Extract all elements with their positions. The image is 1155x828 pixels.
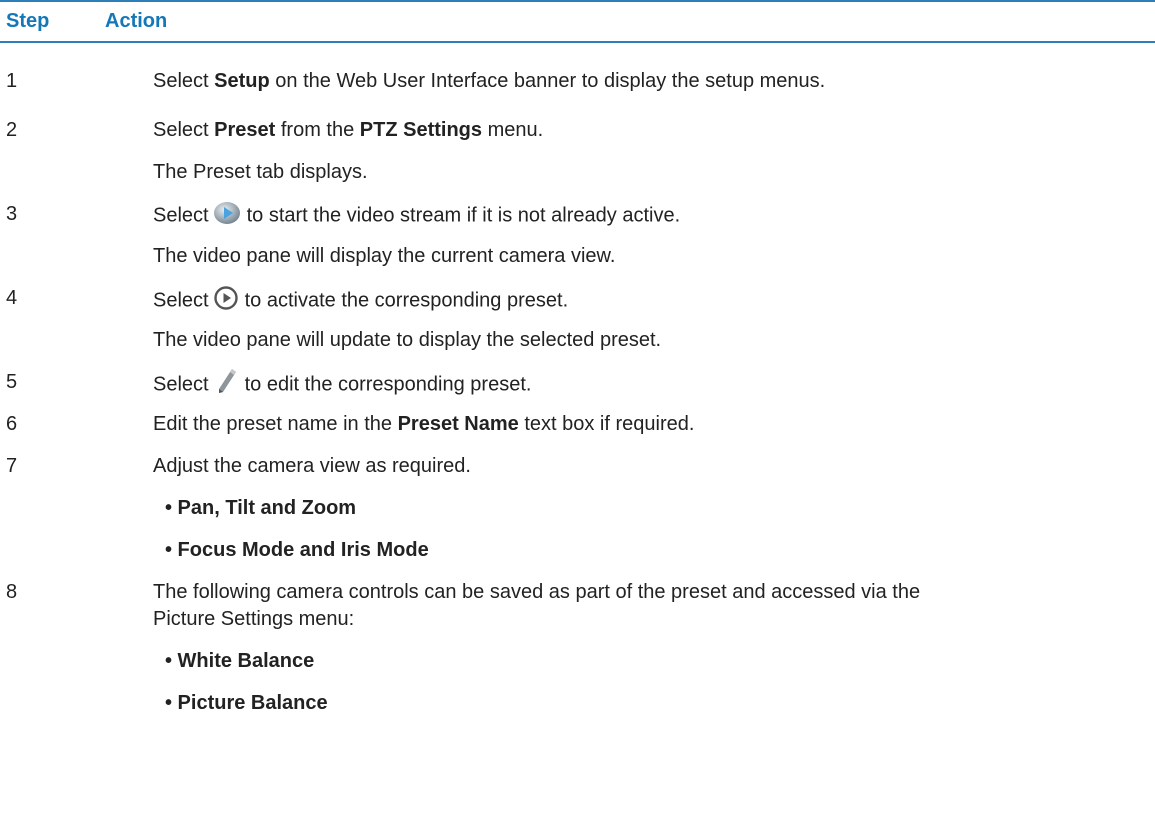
preset-term: Preset [214,119,276,141]
step-text: Edit the preset name in the Preset Name … [153,413,695,435]
activate-preset-icon [213,285,239,317]
ptz-settings-term: PTZ Settings [359,119,483,141]
step-number: 8 [6,581,18,603]
step-result: The Preset tab displays. [153,161,368,183]
step-number: 7 [6,455,18,477]
step-text: Select Setup on the Web User Interface b… [153,70,826,92]
table-header-rule [0,41,1155,43]
step-number: 3 [6,203,18,225]
step-text: The following camera controls can be sav… [153,581,921,603]
table-header: Step Action [0,6,1155,38]
step-text-continued: Picture Settings menu: [153,608,355,630]
step-text: Select Preset from the PTZ Settings menu… [153,119,544,141]
bullet-item: • White Balance [165,650,315,672]
step-text: Select to activate the corresponding pres… [153,285,568,317]
table-top-rule [0,0,1155,2]
step-text: Select to start the video stream if it is… [153,201,680,231]
bullet-item: • Picture Balance [165,692,328,714]
bullet-item: • Focus Mode and Iris Mode [165,539,429,561]
step-column-header: Step [6,10,50,32]
bullet-item: • Pan, Tilt and Zoom [165,497,357,519]
action-column-header: Action [105,10,168,32]
step-number: 6 [6,413,18,435]
edit-pencil-icon [213,367,239,403]
preset-name-term: Preset Name [397,413,519,435]
step-result: The video pane will update to display th… [153,329,662,351]
setup-term: Setup [214,70,270,92]
step-text: Select to edit the corresponding preset. [153,367,531,403]
step-number: 5 [6,371,18,393]
step-number: 2 [6,119,18,141]
step-result: The video pane will display the current … [153,245,616,267]
step-number: 1 [6,70,18,92]
step-number: 4 [6,287,18,309]
play-stream-icon [213,201,241,231]
step-text: Adjust the camera view as required. [153,455,471,477]
